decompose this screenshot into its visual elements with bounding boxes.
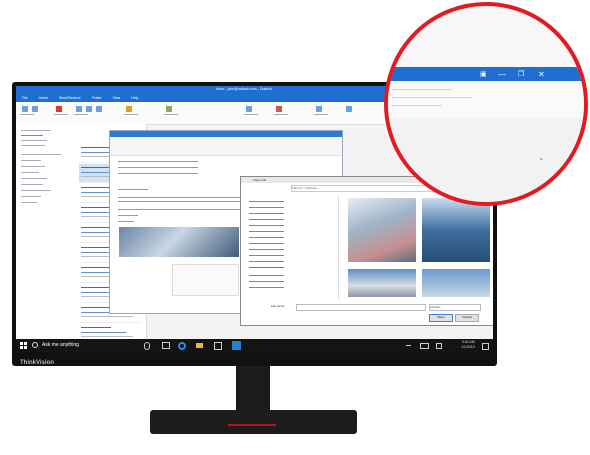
- menu-home[interactable]: Home: [39, 96, 48, 100]
- minimize-icon[interactable]: —: [498, 71, 506, 79]
- taskbar: Ask me anything 9:30 AM 1/1/2019: [16, 339, 493, 352]
- store-icon[interactable]: [214, 342, 222, 350]
- notifications-icon[interactable]: [482, 343, 489, 350]
- edge-icon[interactable]: [178, 342, 186, 350]
- new-items-icon[interactable]: [32, 106, 38, 112]
- ribbon-display-options-icon[interactable]: ▣: [480, 71, 487, 79]
- volume-icon[interactable]: [436, 343, 442, 349]
- menu-view[interactable]: View: [113, 96, 121, 100]
- menu-send-receive[interactable]: Send/Receive: [59, 96, 81, 100]
- tray-overflow-icon[interactable]: [406, 345, 411, 346]
- monitor-base-accent: [228, 424, 276, 426]
- find-icon[interactable]: [316, 106, 322, 112]
- menu-file[interactable]: File: [22, 96, 28, 100]
- file-explorer-icon[interactable]: [196, 343, 203, 348]
- menu-help[interactable]: Help: [131, 96, 138, 100]
- dialog-title: Insert File: [253, 178, 267, 182]
- chevron-down-icon[interactable]: ⌄: [538, 153, 545, 162]
- zoom-content-area: [388, 118, 584, 202]
- file-name-label: File name:: [271, 304, 286, 308]
- file-name-input[interactable]: [296, 304, 426, 311]
- monitor-neck: [236, 366, 270, 414]
- store-icon[interactable]: [346, 106, 352, 112]
- compose-ribbon: [110, 137, 342, 156]
- open-button[interactable]: Open: [429, 314, 453, 322]
- zoom-callout: ▣ — ❐ ✕ ⌃ ⌄: [384, 2, 588, 206]
- windows-start-icon[interactable]: [20, 342, 27, 349]
- quick-steps-icon[interactable]: [166, 106, 172, 112]
- new-email-icon[interactable]: [22, 106, 28, 112]
- file-type-select[interactable]: All Files: [429, 304, 481, 311]
- zoom-ribbon: [388, 81, 584, 119]
- reply-icon[interactable]: [76, 106, 82, 112]
- window-title: Inbox - john@outlook.com - Outlook: [216, 87, 272, 91]
- inline-image[interactable]: [119, 227, 239, 257]
- delete-icon[interactable]: [56, 106, 62, 112]
- monitor-brand: ThinkVision: [20, 360, 54, 366]
- search-icon[interactable]: [32, 342, 38, 348]
- monitor-base: [150, 410, 357, 434]
- menu-folder[interactable]: Folder: [92, 96, 102, 100]
- network-icon[interactable]: [420, 343, 429, 349]
- clock-date: 1/1/2019: [461, 345, 475, 349]
- restore-icon[interactable]: ❐: [518, 71, 524, 79]
- inline-chart[interactable]: [172, 264, 239, 296]
- outlook-taskbar-icon[interactable]: [232, 341, 241, 350]
- clock[interactable]: 9:30 AM 1/1/2019: [461, 340, 475, 350]
- image-thumbnail[interactable]: [348, 198, 416, 262]
- move-icon[interactable]: [246, 106, 252, 112]
- folder-pane: [16, 124, 77, 340]
- cancel-button[interactable]: Cancel: [455, 314, 479, 322]
- taskbar-search[interactable]: Ask me anything: [42, 342, 79, 348]
- image-thumbnail[interactable]: [422, 269, 490, 297]
- dialog-navigation-pane: [243, 195, 339, 299]
- meeting-icon[interactable]: [126, 106, 132, 112]
- image-thumbnail[interactable]: [348, 269, 416, 297]
- close-icon[interactable]: ✕: [538, 71, 545, 79]
- tags-icon[interactable]: [276, 106, 282, 112]
- reply-all-icon[interactable]: [86, 106, 92, 112]
- task-view-icon[interactable]: [162, 342, 170, 349]
- image-thumbnail[interactable]: [422, 198, 490, 262]
- microphone-icon[interactable]: [144, 342, 150, 350]
- forward-icon[interactable]: [96, 106, 102, 112]
